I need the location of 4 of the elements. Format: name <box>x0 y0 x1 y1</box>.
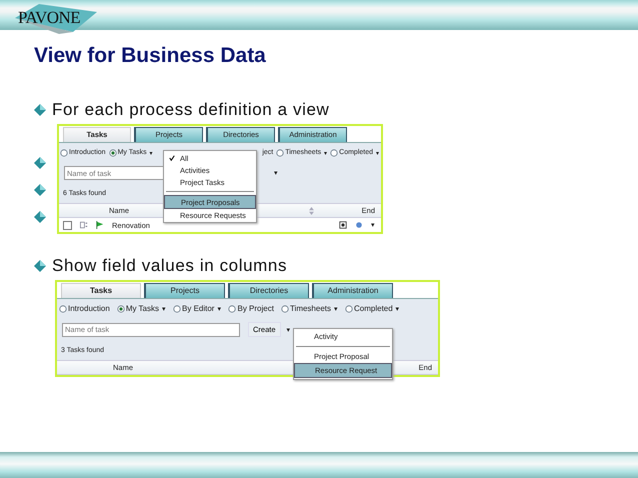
bullet-text: For each process definition a view <box>52 100 330 120</box>
logo-text: PAVONE <box>18 8 80 28</box>
bullet-text: Show field values in columns <box>52 256 288 276</box>
slide-title: View for Business Data <box>34 44 267 68</box>
